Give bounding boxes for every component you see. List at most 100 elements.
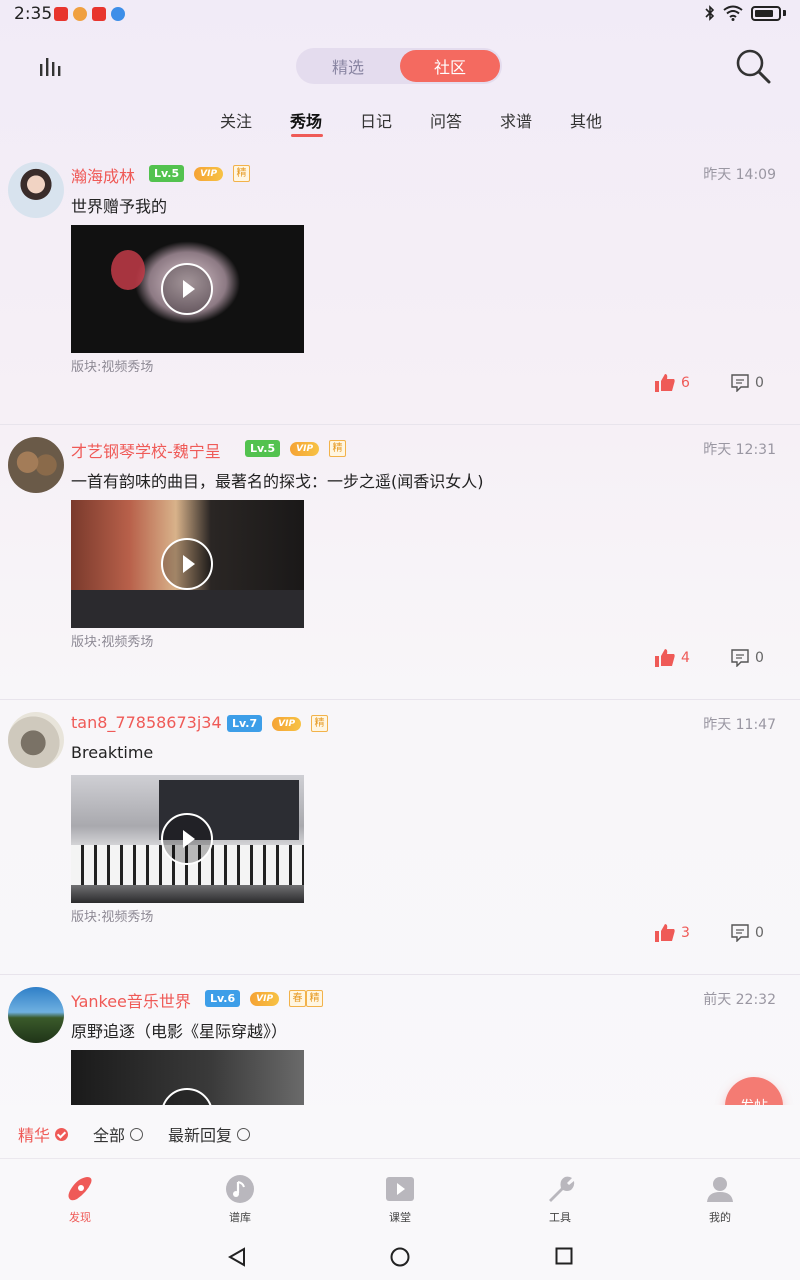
nav-label: 我的 bbox=[709, 1211, 731, 1224]
like-button[interactable]: 3 bbox=[655, 924, 690, 942]
radio-icon bbox=[130, 1127, 144, 1141]
post-item[interactable]: 才艺钢琴学校-魏宁呈 Lv.5 VIP 精 昨天 12:31 一首有韵味的曲目，… bbox=[0, 425, 800, 700]
header: 精选 社区 关注 秀场 日记 问答 求谱 其他 bbox=[0, 30, 800, 140]
video-thumbnail[interactable] bbox=[71, 225, 304, 353]
post-content[interactable]: 一首有韵味的曲目，最著名的探戈：一步之遥(闻香识女人) bbox=[71, 468, 484, 492]
back-icon[interactable] bbox=[228, 1247, 246, 1267]
filter-latest-reply[interactable]: 最新回复 bbox=[168, 1122, 251, 1146]
tab-follow[interactable]: 关注 bbox=[220, 108, 252, 132]
search-icon[interactable] bbox=[735, 48, 771, 84]
post-time: 昨天 12:31 bbox=[703, 442, 776, 458]
like-count: 3 bbox=[681, 925, 690, 941]
filter-all[interactable]: 全部 bbox=[93, 1122, 144, 1146]
post-content[interactable]: Breaktime bbox=[71, 743, 153, 762]
discover-icon bbox=[68, 1177, 92, 1201]
thumbs-up-icon bbox=[655, 649, 675, 667]
wifi-icon bbox=[723, 5, 743, 21]
filter-bar: 精华 全部 最新回复 bbox=[0, 1105, 800, 1159]
user-badges: Lv.7 VIP 精 bbox=[227, 715, 329, 732]
like-count: 4 bbox=[681, 650, 690, 666]
recents-icon[interactable] bbox=[555, 1247, 573, 1265]
play-icon[interactable] bbox=[161, 1088, 213, 1105]
play-icon[interactable] bbox=[161, 813, 213, 865]
tab-other[interactable]: 其他 bbox=[570, 108, 602, 132]
tab-qa[interactable]: 问答 bbox=[430, 108, 462, 132]
username[interactable]: Yankee音乐世界 bbox=[71, 988, 191, 1012]
nav-tools[interactable]: 工具 bbox=[520, 1174, 600, 1225]
tab-showcase[interactable]: 秀场 bbox=[290, 108, 322, 132]
radio-checked-icon bbox=[55, 1127, 69, 1141]
post-section[interactable]: 版块:视频秀场 bbox=[71, 906, 153, 925]
comment-count: 0 bbox=[755, 650, 764, 666]
notification-icons bbox=[54, 7, 125, 21]
app-notification-icon bbox=[54, 7, 68, 21]
username[interactable]: 才艺钢琴学校-魏宁呈 bbox=[71, 438, 221, 462]
featured-tag: 精 bbox=[233, 165, 251, 182]
comment-count: 0 bbox=[755, 375, 764, 391]
post-feed[interactable]: 瀚海成林 Lv.5 VIP 精 昨天 14:09 世界赠予我的 版块:视频秀场 … bbox=[0, 150, 800, 1105]
comment-icon bbox=[731, 924, 749, 942]
category-tabs: 关注 秀场 日记 问答 求谱 其他 bbox=[0, 108, 800, 138]
radio-icon bbox=[237, 1127, 251, 1141]
username[interactable]: 瀚海成林 bbox=[71, 163, 135, 187]
post-item[interactable]: 瀚海成林 Lv.5 VIP 精 昨天 14:09 世界赠予我的 版块:视频秀场 … bbox=[0, 150, 800, 425]
avatar[interactable] bbox=[8, 712, 64, 768]
toggle-community[interactable]: 社区 bbox=[400, 50, 500, 82]
post-content[interactable]: 世界赠予我的 bbox=[71, 193, 167, 217]
post-time: 昨天 11:47 bbox=[703, 717, 776, 733]
user-badges: Lv.5 VIP 精 bbox=[245, 440, 347, 457]
vip-badge: VIP bbox=[194, 166, 224, 181]
status-time: 2:35 bbox=[14, 4, 53, 24]
tab-diary[interactable]: 日记 bbox=[360, 108, 392, 132]
tab-request-score[interactable]: 求谱 bbox=[500, 108, 532, 132]
level-badge: Lv.5 bbox=[149, 165, 185, 182]
level-badge: Lv.7 bbox=[227, 715, 263, 732]
level-badge: Lv.5 bbox=[245, 440, 281, 457]
post-time: 昨天 14:09 bbox=[703, 167, 776, 183]
home-icon[interactable] bbox=[390, 1247, 410, 1267]
nav-profile[interactable]: 我的 bbox=[680, 1174, 760, 1225]
spring-tag: 春 bbox=[289, 990, 307, 1007]
comment-icon bbox=[731, 374, 749, 392]
post-section[interactable]: 版块:视频秀场 bbox=[71, 356, 153, 375]
system-nav-bar bbox=[0, 1235, 800, 1280]
music-note-icon bbox=[226, 1175, 254, 1203]
video-thumbnail[interactable] bbox=[71, 500, 304, 628]
equalizer-icon[interactable] bbox=[38, 54, 62, 78]
avatar[interactable] bbox=[8, 437, 64, 493]
wrench-icon bbox=[549, 1176, 575, 1202]
play-icon[interactable] bbox=[161, 538, 213, 590]
post-item[interactable]: tan8_77858673j34 Lv.7 VIP 精 昨天 11:47 Bre… bbox=[0, 700, 800, 975]
nav-discover[interactable]: 发现 bbox=[40, 1174, 120, 1225]
toggle-featured[interactable]: 精选 bbox=[296, 48, 400, 84]
post-content[interactable]: 原野追逐（电影《星际穿越》） bbox=[71, 1018, 287, 1042]
video-thumbnail[interactable] bbox=[71, 775, 304, 903]
username[interactable]: tan8_77858673j34 bbox=[71, 713, 222, 732]
comment-count: 0 bbox=[755, 925, 764, 941]
comment-button[interactable]: 0 bbox=[731, 649, 764, 667]
post-section[interactable]: 版块:视频秀场 bbox=[71, 631, 153, 650]
nav-label: 课堂 bbox=[389, 1211, 411, 1224]
video-thumbnail[interactable] bbox=[71, 1050, 304, 1105]
featured-tag: 精 bbox=[329, 440, 347, 457]
comment-button[interactable]: 0 bbox=[731, 374, 764, 392]
post-item[interactable]: Yankee音乐世界 Lv.6 VIP 春 精 前天 22:32 原野追逐（电影… bbox=[0, 975, 800, 1105]
featured-tag: 精 bbox=[306, 990, 324, 1007]
filter-label: 精华 bbox=[18, 1126, 51, 1145]
nav-label: 工具 bbox=[549, 1211, 571, 1224]
nav-label: 谱库 bbox=[229, 1211, 251, 1224]
comment-button[interactable]: 0 bbox=[731, 924, 764, 942]
vip-badge: VIP bbox=[272, 716, 302, 731]
avatar[interactable] bbox=[8, 162, 64, 218]
like-button[interactable]: 6 bbox=[655, 374, 690, 392]
avatar[interactable] bbox=[8, 987, 64, 1043]
filter-featured[interactable]: 精华 bbox=[18, 1122, 69, 1146]
user-badges: Lv.5 VIP 精 bbox=[149, 165, 251, 182]
like-button[interactable]: 4 bbox=[655, 649, 690, 667]
comment-icon bbox=[731, 649, 749, 667]
nav-score-library[interactable]: 谱库 bbox=[200, 1174, 280, 1225]
battery-icon bbox=[751, 5, 781, 21]
app-notification-icon bbox=[92, 7, 106, 21]
nav-classroom[interactable]: 课堂 bbox=[360, 1174, 440, 1225]
play-icon[interactable] bbox=[161, 263, 213, 315]
